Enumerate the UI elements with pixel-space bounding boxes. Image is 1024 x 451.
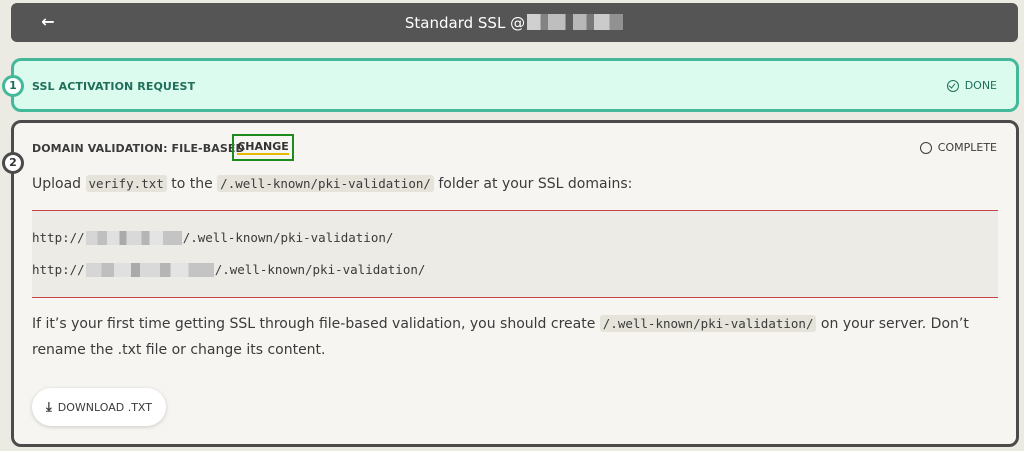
validation-url: http:// /.well-known/pki-validation/	[32, 230, 393, 245]
upload-instruction: Upload verify.txt to the /.well-known/pk…	[32, 171, 632, 197]
check-circle-icon	[946, 79, 959, 92]
url-suffix: /.well-known/pki-validation/	[214, 262, 426, 277]
status-done-label: DONE	[964, 79, 997, 92]
header-bar: ← Standard SSL @	[11, 3, 1018, 42]
url-suffix: /.well-known/pki-validation/	[182, 230, 394, 245]
step-number-2: 2	[2, 152, 24, 174]
redacted-domain	[85, 262, 214, 277]
change-validation-button[interactable]: CHANGE	[232, 134, 294, 161]
validation-url-list: http:// /.well-known/pki-validation/ http…	[32, 210, 998, 298]
page-title-text: Standard SSL @	[404, 14, 526, 32]
info-text-1: If it’s your first time getting SSL thro…	[32, 316, 600, 332]
change-label: CHANGE	[237, 140, 289, 155]
download-label: DOWNLOAD .TXT	[57, 400, 152, 414]
url-prefix: http://	[32, 262, 85, 277]
upload-text-3: folder at your SSL domains:	[433, 176, 633, 192]
download-txt-button[interactable]: ⤓ DOWNLOAD .TXT	[32, 388, 166, 426]
download-icon: ⤓	[46, 399, 52, 415]
status-complete: COMPLETE	[919, 141, 997, 154]
upload-text-1: Upload	[32, 176, 86, 192]
redacted-domain	[527, 13, 624, 30]
step-2-title: DOMAIN VALIDATION: FILE-BASED	[32, 142, 245, 155]
validation-url: http:// /.well-known/pki-validation/	[32, 262, 425, 277]
filename-code: verify.txt	[85, 175, 167, 192]
url-prefix: http://	[32, 230, 85, 245]
page-title: Standard SSL @	[11, 13, 1018, 33]
step-number-1: 1	[2, 75, 24, 97]
status-done: DONE	[946, 79, 997, 92]
circle-outline-icon	[919, 141, 932, 154]
upload-text-2: to the	[166, 176, 218, 192]
first-time-info: If it’s your first time getting SSL thro…	[32, 311, 992, 363]
redacted-domain	[85, 230, 182, 245]
status-complete-label: COMPLETE	[937, 141, 997, 154]
folder-code: /.well-known/pki-validation/	[217, 175, 434, 192]
step-1-title: SSL ACTIVATION REQUEST	[32, 80, 196, 93]
info-folder-code: /.well-known/pki-validation/	[599, 315, 817, 332]
